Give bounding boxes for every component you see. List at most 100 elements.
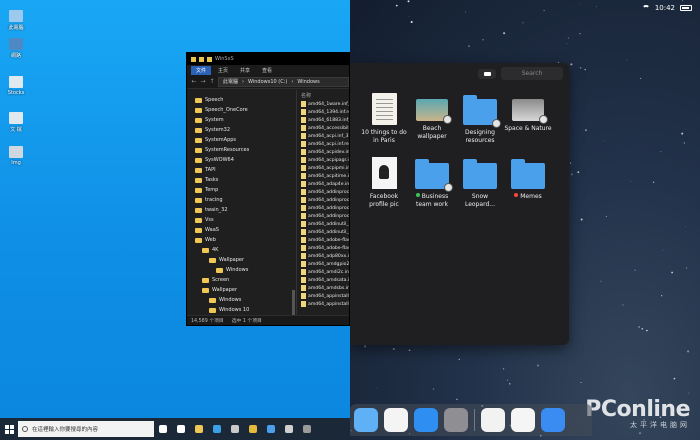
column-header-name[interactable]: 名称 (297, 90, 349, 100)
tree-item[interactable]: Windows (187, 265, 296, 275)
tree-item[interactable]: SysWOW64 (187, 155, 296, 165)
file-row[interactable]: amd64_acpipagr.in (297, 156, 349, 164)
file-row[interactable]: amd64_acpitime.inf (297, 172, 349, 180)
file-row[interactable]: amd64_appinstall. (297, 300, 349, 308)
file-row[interactable]: amd64_addinutil_b (297, 220, 349, 228)
file-row[interactable]: amd64_acpipmi.inf (297, 164, 349, 172)
edge-icon[interactable] (208, 418, 226, 440)
tree-item[interactable]: Speech (187, 95, 296, 105)
start-button[interactable] (0, 418, 18, 440)
up-arrow-icon[interactable]: ↑ (209, 78, 215, 85)
file-row[interactable]: amd64_adobe-flas (297, 236, 349, 244)
system-preferences-icon[interactable] (444, 408, 468, 432)
messages-icon[interactable] (354, 408, 378, 432)
wifi-icon[interactable] (641, 5, 650, 11)
file-row[interactable]: amd64_addinproce (297, 196, 349, 204)
tree-item[interactable]: Temp (187, 185, 296, 195)
file-row[interactable]: amd64_adobe-flas (297, 244, 349, 252)
file-row[interactable]: amd64_addinutil_b (297, 228, 349, 236)
chrome-icon[interactable] (244, 418, 262, 440)
file-grid-item[interactable]: Memes (504, 157, 552, 201)
desktop-icon[interactable]: 文 檔 (2, 112, 30, 133)
tree-item[interactable]: tracing (187, 195, 296, 205)
back-arrow-icon[interactable]: ← (191, 78, 197, 85)
tree-item[interactable]: 4K (187, 245, 296, 255)
file-row[interactable]: amd64_accessibili (297, 124, 349, 132)
tree-item[interactable]: Vss (187, 215, 296, 225)
ribbon-tab[interactable]: 查看 (257, 66, 277, 75)
file-row[interactable]: amd64_1ware.inf_ (297, 100, 349, 108)
documents-icon[interactable] (481, 408, 505, 432)
mail-icon[interactable] (262, 418, 280, 440)
file-row[interactable]: amd64_addinproce (297, 188, 349, 196)
breadcrumb-item[interactable]: Windows10 (C:) (248, 79, 287, 85)
file-row[interactable]: amd64_acpi.inf.re (297, 140, 349, 148)
tree-item[interactable]: Web (187, 235, 296, 245)
settings-icon[interactable] (280, 418, 298, 440)
quick-access-icon[interactable] (199, 56, 204, 62)
task-view-icon[interactable] (172, 418, 190, 440)
file-grid-item[interactable]: Business team work (408, 157, 456, 209)
tree-item[interactable]: Tasks (187, 175, 296, 185)
forward-arrow-icon[interactable]: → (200, 78, 206, 85)
app-icon[interactable] (298, 418, 316, 440)
file-grid-item[interactable]: Beach wallpaper (408, 93, 456, 141)
news-icon[interactable] (511, 408, 535, 432)
nav-scrollbar[interactable] (292, 290, 295, 315)
breadcrumb-item[interactable]: Windows (297, 79, 319, 85)
address-bar[interactable]: 此電腦 › Windows10 (C:) › Windows (218, 76, 349, 87)
desktop-icon[interactable]: Stocks (2, 76, 30, 96)
search-field[interactable]: Search (501, 67, 563, 80)
file-row[interactable]: amd64_amdsata.inf (297, 276, 349, 284)
tree-item[interactable]: Speech_OneCore (187, 105, 296, 115)
file-grid-item[interactable]: 10 things to do in Paris (360, 93, 408, 145)
file-row[interactable]: amd64_adp80xx.inf (297, 252, 349, 260)
view-toggle-button[interactable] (478, 69, 496, 79)
ribbon-tab[interactable]: 主页 (213, 66, 233, 75)
taskbar-search[interactable]: 在這裡輸入你要搜尋的內容 (18, 421, 154, 437)
music-icon[interactable] (384, 408, 408, 432)
breadcrumb-item[interactable]: 此電腦 (223, 78, 238, 85)
clock[interactable]: 10:42 (655, 4, 675, 12)
file-grid-item[interactable]: Designing resources (456, 93, 504, 145)
desktop-icon[interactable]: 網路 (2, 38, 30, 59)
cortana-icon[interactable] (154, 418, 172, 440)
tree-item[interactable]: twain_32 (187, 205, 296, 215)
messenger-icon[interactable] (541, 408, 565, 432)
store-icon[interactable] (226, 418, 244, 440)
app-store-icon[interactable] (414, 408, 438, 432)
file-grid-item[interactable]: Space & Nature (504, 93, 552, 133)
tree-item[interactable]: Wallpaper (187, 255, 296, 265)
file-row[interactable]: amd64_amdi2c.inf_ (297, 268, 349, 276)
tree-item[interactable]: SystemApps (187, 135, 296, 145)
file-row[interactable]: amd64_amdgpio2.in (297, 260, 349, 268)
tree-item[interactable]: Windows (187, 295, 296, 305)
tree-item[interactable]: Wallpaper (187, 285, 296, 295)
file-grid-item[interactable]: Facebook profile pic (360, 157, 408, 209)
ribbon-tab[interactable]: 共享 (235, 66, 255, 75)
desktop-icon[interactable]: Img (2, 146, 30, 166)
folder-icon (195, 97, 202, 103)
file-row[interactable]: amd64_adap4e.inf (297, 180, 349, 188)
file-row[interactable]: amd64_acpi.inf_31 (297, 132, 349, 140)
file-grid-item[interactable]: Snow Leopard... (456, 157, 504, 209)
tree-item[interactable]: SystemResources (187, 145, 296, 155)
new-folder-icon[interactable] (207, 56, 212, 62)
file-row[interactable]: amd64_addinproce (297, 204, 349, 212)
battery-icon[interactable] (680, 5, 692, 11)
tree-item[interactable]: System32 (187, 125, 296, 135)
desktop-icon[interactable]: 此電腦 (2, 10, 30, 31)
file-row[interactable]: amd64_appinstall. (297, 292, 349, 300)
file-row[interactable]: amd64_61883.inf_ (297, 116, 349, 124)
tree-item[interactable]: Windows 10 (187, 305, 296, 315)
file-explorer-icon[interactable] (190, 418, 208, 440)
ribbon-tab[interactable]: 文件 (191, 65, 212, 75)
tree-item[interactable]: WaaS (187, 225, 296, 235)
file-row[interactable]: amd64_acpidev.inf (297, 148, 349, 156)
file-row[interactable]: amd64_1394.inf.re (297, 108, 349, 116)
tree-item[interactable]: Screen (187, 275, 296, 285)
tree-item[interactable]: TAPI (187, 165, 296, 175)
tree-item[interactable]: System (187, 115, 296, 125)
file-row[interactable]: amd64_addinproce (297, 212, 349, 220)
file-row[interactable]: amd64_amdsbs.inf (297, 284, 349, 292)
